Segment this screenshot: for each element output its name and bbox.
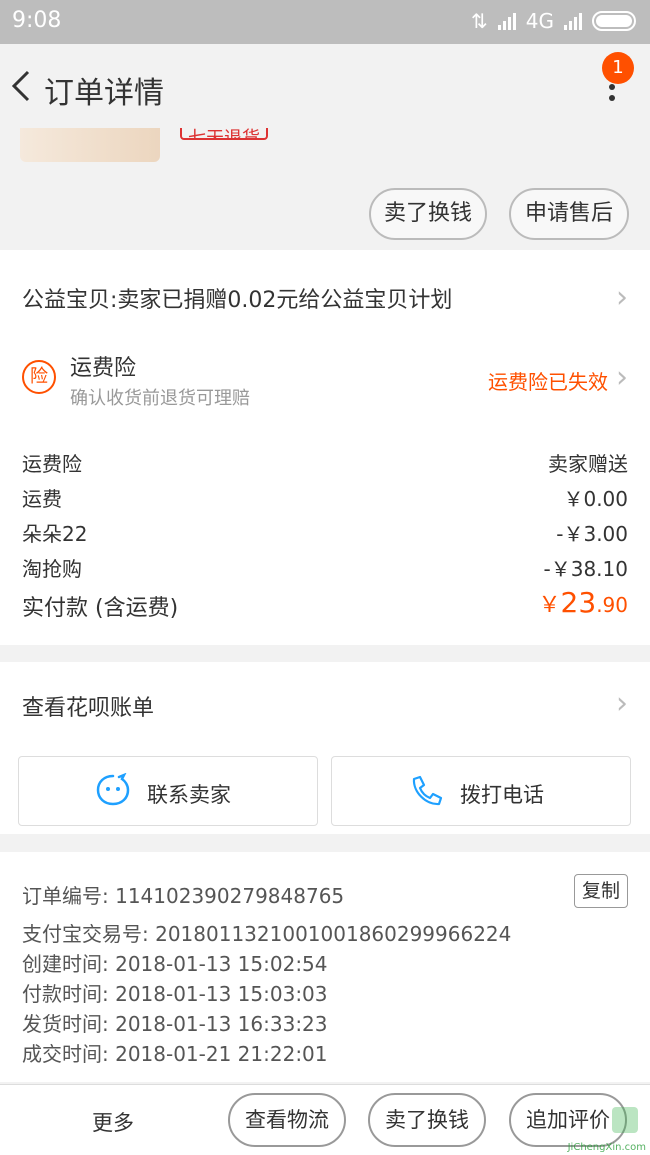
fee-label: 运费险 [22,452,82,476]
sell-button[interactable]: 卖了换钱 [369,188,487,240]
fee-row: 淘抢购 -￥38.10 [22,553,628,582]
status-icons: ⇅ 4G [471,9,636,33]
product-section: 七天退货 卖了换钱 申请售后 [0,128,650,248]
completed-time: 成交时间: 2018-01-21 21:22:01 [22,1042,328,1066]
order-info-card: 订单编号: 114102390279848765 复制 支付宝交易号: 2018… [0,852,650,1082]
phone-icon [412,775,443,806]
order-number: 订单编号: 114102390279848765 [22,884,345,908]
insurance-subtitle: 确认收货前退货可理赔 [70,388,250,409]
fee-row: 朵朵22 -￥3.00 [22,518,628,547]
fee-value: -￥38.10 [543,557,628,581]
watermark-text: JiChengXin.com [567,1142,646,1153]
total-currency: ￥ [538,593,561,618]
page-title: 订单详情 [44,76,164,111]
total-integer: 23 [560,586,597,619]
header: 订单详情 1 [0,44,650,128]
return-policy-tag: 七天退货 [180,128,268,140]
insurance-title: 运费险 [70,356,137,381]
back-arrow-icon [11,70,30,102]
bottom-action-bar: 更多 查看物流 卖了换钱 追加评价 JiChengXin.com [0,1084,650,1155]
payment-card: 公益宝贝:卖家已捐赠0.02元给公益宝贝计划 › 险 运费险 确认收货前退货可理… [0,250,650,645]
total-label: 实付款 (含运费) [22,596,179,621]
after-sale-button[interactable]: 申请售后 [509,188,629,240]
huabei-card: 查看花呗账单 › 联系卖家 拨打电话 [0,662,650,834]
network-type: 4G [525,9,554,33]
fee-label: 朵朵22 [22,522,88,546]
status-bar: 9:08 ⇅ 4G [0,0,650,44]
paid-time: 付款时间: 2018-01-13 15:03:03 [22,982,328,1006]
notification-badge: 1 [602,52,634,84]
battery-icon [592,11,636,31]
shipped-time: 发货时间: 2018-01-13 16:33:23 [22,1012,328,1036]
watermark-logo-icon [612,1107,638,1133]
call-phone-label: 拨打电话 [460,783,544,807]
fee-value: -￥3.00 [556,522,628,546]
contact-seller-label: 联系卖家 [147,783,231,807]
chevron-right-icon: › [616,280,628,315]
total-decimal: .90 [596,593,628,617]
sell-button-bottom[interactable]: 卖了换钱 [368,1093,486,1147]
chevron-right-icon: › [616,686,628,721]
add-review-button[interactable]: 追加评价 [509,1093,627,1147]
total-amount: ￥23.90 [539,586,628,619]
call-phone-button[interactable]: 拨打电话 [331,756,631,826]
view-logistics-button[interactable]: 查看物流 [228,1093,346,1147]
more-actions-button[interactable]: 更多 [92,1107,134,1137]
back-button[interactable] [6,66,36,106]
data-transfer-icon: ⇅ [471,9,488,33]
chat-icon [96,773,130,806]
chevron-right-icon: › [616,360,628,395]
fee-label: 运费 [22,487,62,511]
created-time: 创建时间: 2018-01-13 15:02:54 [22,952,328,976]
signal-icon-2 [564,12,582,30]
alipay-trade-number: 支付宝交易号: 2018011321001001860299966224 [22,922,512,946]
fee-label: 淘抢购 [22,557,82,581]
contact-seller-button[interactable]: 联系卖家 [18,756,318,826]
insurance-status[interactable]: 运费险已失效 [488,366,608,395]
fee-value: 卖家赠送 [548,452,628,476]
huabei-bill-link[interactable]: 查看花呗账单 [22,690,154,722]
product-thumbnail[interactable] [20,128,160,162]
fee-row: 运费险 卖家赠送 [22,448,628,477]
fee-row: 运费 ￥0.00 [22,483,628,512]
fee-value: ￥0.00 [563,487,628,511]
copy-button[interactable]: 复制 [574,874,628,908]
status-time: 9:08 [12,8,62,33]
insurance-icon: 险 [22,360,56,394]
signal-icon [497,12,516,30]
charity-row[interactable]: 公益宝贝:卖家已捐赠0.02元给公益宝贝计划 [22,282,452,314]
